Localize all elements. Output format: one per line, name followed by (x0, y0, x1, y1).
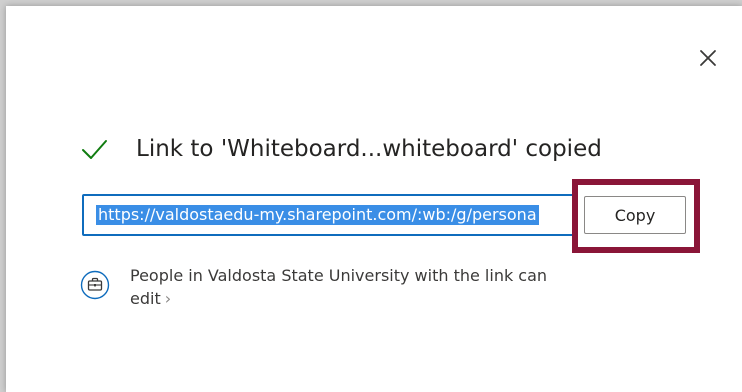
link-url-text: https://valdostaedu-my.sharepoint.com/:w… (96, 205, 539, 225)
share-link-dialog: Link to 'Whiteboard...whiteboard' copied… (6, 6, 742, 392)
chevron-right-icon: › (164, 289, 172, 308)
dialog-title: Link to 'Whiteboard...whiteboard' copied (136, 136, 602, 162)
checkmark-icon (80, 135, 108, 163)
permission-description[interactable]: People in Valdosta State University with… (130, 264, 590, 310)
link-permissions-row[interactable]: People in Valdosta State University with… (80, 264, 590, 310)
permission-text: People in Valdosta State University with… (130, 266, 548, 308)
status-title-row: Link to 'Whiteboard...whiteboard' copied (80, 129, 602, 169)
briefcase-icon (80, 270, 110, 300)
copy-button[interactable]: Copy (584, 196, 686, 234)
link-url-field[interactable]: https://valdostaedu-my.sharepoint.com/:w… (82, 194, 576, 236)
close-icon[interactable] (694, 44, 722, 72)
